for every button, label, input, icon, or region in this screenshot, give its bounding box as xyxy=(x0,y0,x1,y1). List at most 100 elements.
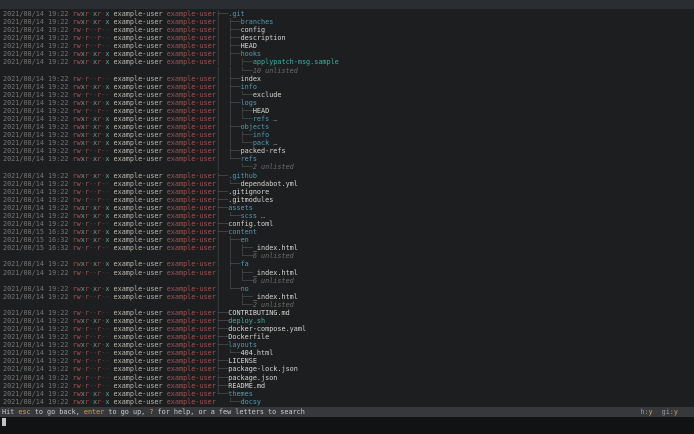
tree-row[interactable]: 2021/08/15 16:32 rwxr-xr-x example-user … xyxy=(0,236,694,244)
entry-name[interactable]: dependabot.yml xyxy=(241,180,298,188)
entry-name[interactable]: fa xyxy=(241,260,249,268)
entry-name[interactable]: en xyxy=(241,236,249,244)
entry-name[interactable]: _index.html xyxy=(253,244,298,252)
tree-row[interactable]: 2021/08/14 19:22 rw-r--r-- example-user … xyxy=(0,220,694,228)
entry-name[interactable]: config xyxy=(241,26,266,34)
tree-row[interactable]: 2021/08/14 19:22 rwxr-xr-x example-user … xyxy=(0,390,694,398)
tree-row[interactable]: 2021/08/14 19:22 rw-r--r-- example-user … xyxy=(0,357,694,365)
tree-row[interactable]: 2021/08/14 19:22 rwxr-xr-x example-user … xyxy=(0,212,694,220)
tree-row[interactable]: 2021/08/14 19:22 rw-r--r-- example-user … xyxy=(0,107,694,115)
entry-name[interactable]: _index.html xyxy=(253,293,298,301)
tree-row[interactable]: 2021/08/14 19:22 rwxr-xr-x example-user … xyxy=(0,123,694,131)
tree-row[interactable]: 2021/08/14 19:22 rw-r--r-- example-user … xyxy=(0,91,694,99)
file-owner: example-user xyxy=(113,260,163,269)
entry-name[interactable]: package-lock.json xyxy=(228,365,298,373)
entry-name[interactable]: index xyxy=(241,75,261,83)
tree-row[interactable]: 2021/08/14 19:22 rwxr-xr-x example-user … xyxy=(0,172,694,180)
tree-row[interactable]: 2021/08/14 19:22 rwxr-xr-x example-user … xyxy=(0,50,694,58)
tree-row[interactable]: 2021/08/14 19:22 rw-r--r-- example-user … xyxy=(0,180,694,188)
tree-row[interactable]: 2021/08/14 19:22 rw-r--r-- example-user … xyxy=(0,34,694,42)
entry-name[interactable]: pack xyxy=(253,139,269,147)
entry-name[interactable]: themes xyxy=(228,390,253,398)
entry-name[interactable]: package.json xyxy=(228,374,277,382)
tree-row[interactable]: │ │ └── 6 unlisted xyxy=(0,277,694,285)
entry-name[interactable]: LICENSE xyxy=(228,357,257,365)
tree-row[interactable]: │ │ └── 6 unlisted xyxy=(0,252,694,260)
entry-name[interactable]: docker-compose.yaml xyxy=(228,325,306,333)
tree-row[interactable]: 2021/08/14 19:22 rw-r--r-- example-user … xyxy=(0,147,694,155)
tree-row[interactable]: 2021/08/14 19:22 rw-r--r-- example-user … xyxy=(0,42,694,50)
entry-name[interactable]: _index.html xyxy=(253,269,298,277)
command-input[interactable] xyxy=(0,417,694,434)
tree-row[interactable]: 2021/08/14 19:22 rw-r--r-- example-user … xyxy=(0,26,694,34)
entry-name[interactable]: refs xyxy=(253,115,269,123)
entry-name[interactable]: description xyxy=(241,34,286,42)
entry-name[interactable]: content xyxy=(228,228,257,236)
tree-row[interactable]: 2021/08/14 19:22 rw-r--r-- example-user … xyxy=(0,325,694,333)
entry-name[interactable]: CONTRIBUTING.md xyxy=(228,309,289,317)
tree-row[interactable]: 2021/08/15 16:32 rw-r--r-- example-user … xyxy=(0,244,694,252)
tree-row[interactable]: 2021/08/14 19:22 rwxr-xr-x example-user … xyxy=(0,99,694,107)
entry-name[interactable]: .github xyxy=(228,172,257,180)
tree-row[interactable]: 2021/08/14 19:22 rw-r--r-- example-user … xyxy=(0,333,694,341)
entry-name[interactable]: deploy.sh xyxy=(228,317,265,325)
file-meta: 2021/08/14 19:22 rwxr-xr-x example-user … xyxy=(0,285,216,293)
tree-row[interactable]: 2021/08/14 19:22 rwxr-xr-x example-user … xyxy=(0,204,694,212)
entry-name[interactable]: info xyxy=(241,83,257,91)
entry-name[interactable]: logs xyxy=(241,99,257,107)
tree-row[interactable]: │ │ └── 10 unlisted xyxy=(0,67,694,75)
tree-row[interactable]: 2021/08/14 19:22 rwxr-xr-x example-user … xyxy=(0,155,694,163)
tree-row[interactable]: 2021/08/14 19:22 rwxr-xr-x example-user … xyxy=(0,317,694,325)
tree-row[interactable]: 2021/08/14 19:22 rwxr-xr-x example-user … xyxy=(0,115,694,123)
entry-name[interactable]: HEAD xyxy=(241,42,257,50)
entry-name[interactable]: refs xyxy=(241,155,257,163)
tree-row[interactable]: 2021/08/14 19:22 rwxr-xr-x example-user … xyxy=(0,131,694,139)
tree-row[interactable]: │ └── 2 unlisted xyxy=(0,163,694,171)
tree-row[interactable]: 2021/08/14 19:22 rw-r--r-- example-user … xyxy=(0,269,694,277)
tree-row[interactable]: 2021/08/14 19:22 rwxr-xr-x example-user … xyxy=(0,10,694,18)
root-path-bar[interactable]: /home/example-user/docsy-example xyxy=(0,0,694,9)
entry-name[interactable]: hooks xyxy=(241,50,261,58)
entry-name[interactable]: layouts xyxy=(228,341,257,349)
entry-name[interactable]: branches xyxy=(241,18,274,26)
entry-name[interactable]: info xyxy=(253,131,269,139)
tree-row[interactable]: 2021/08/14 19:22 rw-r--r-- example-user … xyxy=(0,309,694,317)
tree-row[interactable]: 2021/08/14 19:22 rw-r--r-- example-user … xyxy=(0,293,694,301)
tree-row[interactable]: 2021/08/14 19:22 rwxr-xr-x example-user … xyxy=(0,83,694,91)
tree-row[interactable]: 2021/08/14 19:22 rw-r--r-- example-user … xyxy=(0,382,694,390)
entry-name[interactable]: packed-refs xyxy=(241,147,286,155)
tree-row[interactable]: 2021/08/15 16:32 rwxr-xr-x example-user … xyxy=(0,228,694,236)
tree-branch-glyph: ├── xyxy=(216,381,229,390)
entry-name[interactable]: README.md xyxy=(228,382,265,390)
tree-row[interactable]: 2021/08/14 19:22 rwxr-xr-x example-user … xyxy=(0,285,694,293)
entry-name[interactable]: config.toml xyxy=(228,220,273,228)
tree-row[interactable]: 2021/08/14 19:22 rwxr-xr-x example-user … xyxy=(0,18,694,26)
entry-name[interactable]: exclude xyxy=(253,91,282,99)
entry-name[interactable]: assets xyxy=(228,204,253,212)
entry-name[interactable]: docsy xyxy=(241,398,261,406)
tree-row[interactable]: 2021/08/14 19:22 rwxr-xr-x example-user … xyxy=(0,398,694,406)
tree-row[interactable]: 2021/08/14 19:22 rw-r--r-- example-user … xyxy=(0,349,694,357)
tree-row[interactable]: 2021/08/14 19:22 rwxr-xr-x example-user … xyxy=(0,341,694,349)
file-owner: example-user xyxy=(113,211,163,220)
entry-name[interactable]: Dockerfile xyxy=(228,333,269,341)
tree-row[interactable]: 2021/08/14 19:22 rw-r--r-- example-user … xyxy=(0,374,694,382)
entry-name[interactable]: .gitmodules xyxy=(228,196,273,204)
entry-name[interactable]: 404.html xyxy=(241,349,274,357)
tree-row[interactable]: 2021/08/14 19:22 rwxr-xr-x example-user … xyxy=(0,58,694,66)
entry-name[interactable]: HEAD xyxy=(253,107,269,115)
entry-name[interactable]: scss xyxy=(241,212,257,220)
entry-name[interactable]: .git xyxy=(228,10,244,18)
tree-row[interactable]: 2021/08/14 19:22 rw-r--r-- example-user … xyxy=(0,75,694,83)
file-owner: example-user xyxy=(113,373,163,382)
tree-row[interactable]: 2021/08/14 19:22 rwxr-xr-x example-user … xyxy=(0,260,694,268)
entry-name[interactable]: objects xyxy=(241,123,270,131)
tree-row[interactable]: │ └── 2 unlisted xyxy=(0,301,694,309)
entry-name[interactable]: .gitignore xyxy=(228,188,269,196)
entry-name[interactable]: no xyxy=(241,285,249,293)
tree-row[interactable]: 2021/08/14 19:22 rw-r--r-- example-user … xyxy=(0,196,694,204)
tree-row[interactable]: 2021/08/14 19:22 rw-r--r-- example-user … xyxy=(0,188,694,196)
tree-row[interactable]: 2021/08/14 19:22 rwxr-xr-x example-user … xyxy=(0,139,694,147)
tree-row[interactable]: 2021/08/14 19:22 rw-r--r-- example-user … xyxy=(0,365,694,373)
entry-name[interactable]: applypatch-msg.sample xyxy=(253,58,339,66)
